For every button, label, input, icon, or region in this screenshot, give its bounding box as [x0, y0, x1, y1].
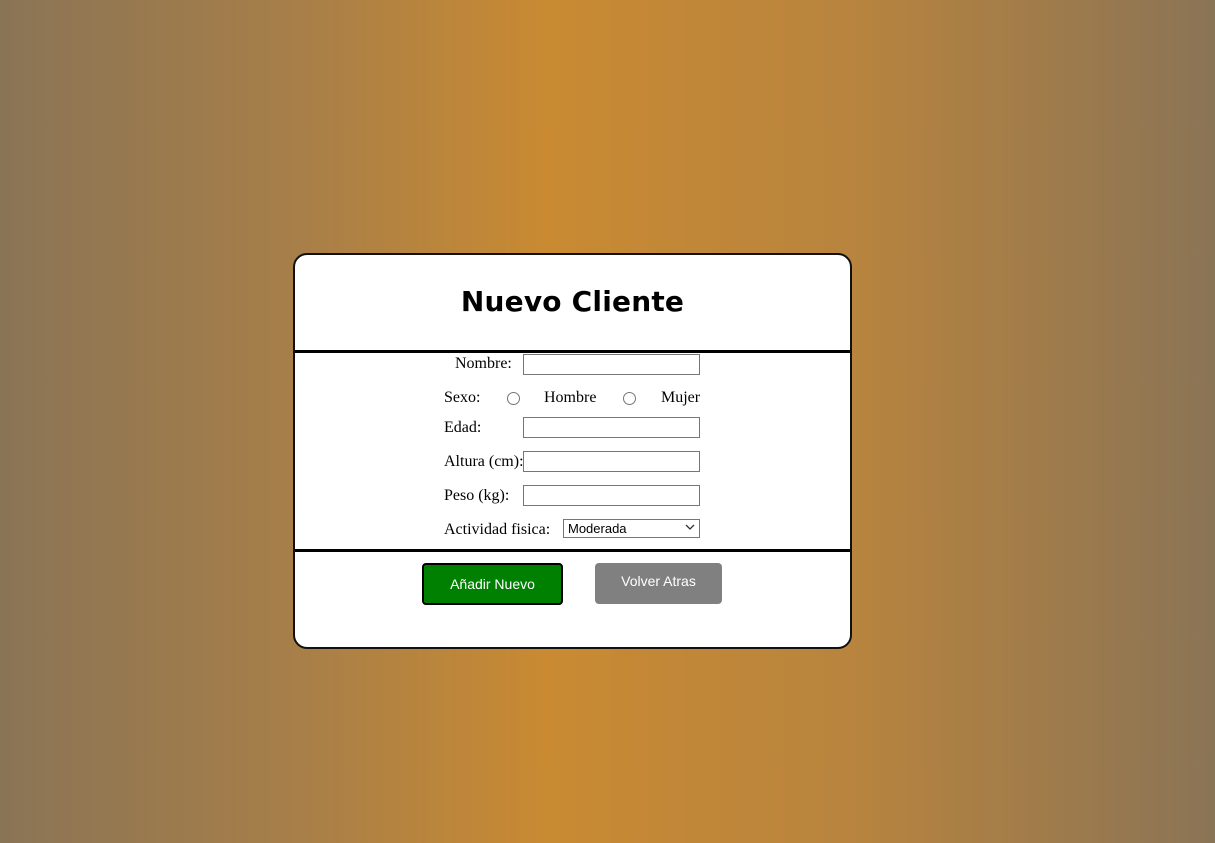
page-title: Nuevo Cliente [460, 285, 685, 318]
radio-hombre-label: Hombre [544, 389, 597, 406]
actividad-label: Actividad fisica: [444, 521, 551, 538]
altura-input[interactable] [523, 451, 700, 472]
chevron-down-icon [685, 524, 695, 530]
sexo-label: Sexo: [444, 389, 481, 406]
peso-label: Peso (kg): [444, 487, 510, 504]
edad-label: Edad: [444, 419, 482, 436]
nombre-label: Nombre: [455, 355, 512, 372]
altura-label: Altura (cm): [444, 453, 524, 470]
actividad-selected-value: Moderada [568, 521, 627, 536]
radio-mujer-label: Mujer [661, 389, 701, 406]
back-button[interactable]: Volver Atras [595, 563, 722, 604]
peso-input[interactable] [523, 485, 700, 506]
nombre-input[interactable] [523, 354, 700, 375]
radio-hombre[interactable] [507, 392, 520, 405]
card-header: Nuevo Cliente [295, 255, 850, 353]
client-form: Nombre: Sexo: Hombre Mujer Edad: Altura … [295, 353, 850, 552]
actividad-select[interactable]: Moderada [563, 519, 700, 538]
add-new-button[interactable]: Añadir Nuevo [422, 563, 563, 605]
radio-mujer[interactable] [623, 392, 636, 405]
edad-input[interactable] [523, 417, 700, 438]
new-client-card: Nuevo Cliente Nombre: Sexo: Hombre Mujer… [293, 253, 852, 649]
